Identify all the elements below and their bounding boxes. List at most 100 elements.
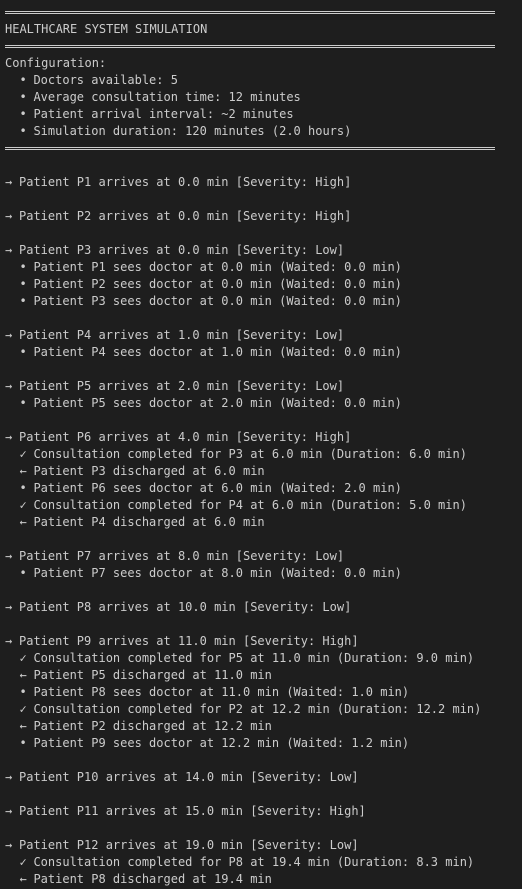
config-item: • Patient arrival interval: ~2 minutes [19, 107, 294, 121]
log-text: Patient P6 arrives at 4.0 min [Severity:… [19, 430, 352, 444]
doctor-visit-event: • Patient P6 sees doctor at 6.0 min (Wait… [0, 480, 522, 497]
arrow-right-icon: → [5, 328, 13, 342]
log-text: Patient P6 sees doctor at 6.0 min (Waite… [33, 481, 402, 495]
terminal-output[interactable]: HEALTHCARE SYSTEM SIMULATION Configurati… [0, 0, 522, 889]
arrow-right-icon: → [5, 838, 13, 852]
checkmark-icon: ✓ [19, 651, 27, 665]
doctor-visit-event: • Patient P9 sees doctor at 12.2 min (Wai… [0, 735, 522, 752]
arrow-right-icon: → [5, 549, 13, 563]
doctor-visit-event: • Patient P4 sees doctor at 1.0 min (Wait… [0, 344, 522, 361]
arrival-event: → Patient P9 arrives at 11.0 min [Severit… [0, 633, 522, 650]
arrow-right-icon: → [5, 243, 13, 257]
bullet-icon: • [19, 481, 27, 495]
log-text: Patient P1 arrives at 0.0 min [Severity:… [19, 175, 352, 189]
log-text: Patient P1 sees doctor at 0.0 min (Waite… [33, 260, 402, 274]
arrival-event: → Patient P10 arrives at 14.0 min [Severi… [0, 769, 522, 786]
log-text: Patient P8 discharged at 19.4 min [33, 872, 272, 886]
doctor-visit-event: • Patient P3 sees doctor at 0.0 min (Wait… [0, 293, 522, 310]
config-item: • Simulation duration: 120 minutes (2.0 h… [19, 124, 352, 138]
bullet-icon: • [19, 294, 27, 308]
arrow-right-icon: → [5, 600, 13, 614]
arrow-right-icon: → [5, 379, 13, 393]
arrow-right-icon: → [5, 209, 13, 223]
arrow-left-icon: ← [19, 668, 27, 682]
arrow-left-icon: ← [19, 464, 27, 478]
bullet-icon: • [19, 73, 27, 87]
bullet-icon: • [19, 260, 27, 274]
bullet-icon: • [19, 107, 27, 121]
bullet-icon: • [19, 277, 27, 291]
consultation-complete-event: ✓ Consultation completed for P5 at 11.0 m… [0, 650, 522, 667]
arrival-event: → Patient P11 arrives at 15.0 min [Severi… [0, 803, 522, 820]
bullet-icon: • [19, 124, 27, 138]
discharge-event: ← Patient P5 discharged at 11.0 min [0, 667, 522, 684]
log-text: Patient P8 arrives at 10.0 min [Severity… [19, 600, 352, 614]
arrival-event: → Patient P1 arrives at 0.0 min [Severity… [0, 174, 522, 191]
consultation-complete-event: ✓ Consultation completed for P8 at 19.4 m… [0, 854, 522, 871]
arrow-right-icon: → [5, 770, 13, 784]
bullet-icon: • [19, 396, 27, 410]
config-heading: Configuration: [5, 56, 107, 70]
arrow-left-icon: ← [19, 872, 27, 886]
log-text: Patient P3 arrives at 0.0 min [Severity:… [19, 243, 345, 257]
bullet-icon: • [19, 685, 27, 699]
doctor-visit-event: • Patient P8 sees doctor at 11.0 min (Wai… [0, 684, 522, 701]
checkmark-icon: ✓ [19, 702, 27, 716]
log-text: Patient P3 discharged at 6.0 min [33, 464, 265, 478]
arrival-event: → Patient P5 arrives at 2.0 min [Severity… [0, 378, 522, 395]
arrow-left-icon: ← [19, 719, 27, 733]
bullet-icon: • [19, 345, 27, 359]
checkmark-icon: ✓ [19, 855, 27, 869]
arrival-event: → Patient P6 arrives at 4.0 min [Severity… [0, 429, 522, 446]
doctor-visit-event: • Patient P7 sees doctor at 8.0 min (Wait… [0, 565, 522, 582]
log-text: Patient P4 arrives at 1.0 min [Severity:… [19, 328, 345, 342]
arrow-right-icon: → [5, 430, 13, 444]
bullet-icon: • [19, 736, 27, 750]
doctor-visit-event: • Patient P1 sees doctor at 0.0 min (Wait… [0, 259, 522, 276]
log-text: Patient P12 arrives at 19.0 min [Severit… [19, 838, 359, 852]
discharge-event: ← Patient P4 discharged at 6.0 min [0, 514, 522, 531]
bullet-icon: • [19, 90, 27, 104]
log-text: Patient P5 discharged at 11.0 min [33, 668, 272, 682]
checkmark-icon: ✓ [19, 498, 27, 512]
consultation-complete-event: ✓ Consultation completed for P4 at 6.0 mi… [0, 497, 522, 514]
log-text: Consultation completed for P2 at 12.2 mi… [33, 702, 482, 716]
separator-line [0, 38, 522, 55]
arrow-right-icon: → [5, 634, 13, 648]
log-text: Patient P9 sees doctor at 12.2 min (Wait… [33, 736, 410, 750]
simulation-title: HEALTHCARE SYSTEM SIMULATION [5, 22, 208, 36]
log-text: Patient P5 sees doctor at 2.0 min (Waite… [33, 396, 402, 410]
log-text: Consultation completed for P8 at 19.4 mi… [33, 855, 475, 869]
log-text: Patient P11 arrives at 15.0 min [Severit… [19, 804, 366, 818]
config-item: • Doctors available: 5 [19, 73, 178, 87]
discharge-event: ← Patient P3 discharged at 6.0 min [0, 463, 522, 480]
doctor-visit-event: • Patient P2 sees doctor at 0.0 min (Wait… [0, 276, 522, 293]
log-text: Patient P8 sees doctor at 11.0 min (Wait… [33, 685, 410, 699]
arrival-event: → Patient P8 arrives at 10.0 min [Severit… [0, 599, 522, 616]
log-text: Patient P2 arrives at 0.0 min [Severity:… [19, 209, 352, 223]
log-text: Patient P4 sees doctor at 1.0 min (Waite… [33, 345, 402, 359]
log-text: Patient P7 sees doctor at 8.0 min (Waite… [33, 566, 402, 580]
arrow-right-icon: → [5, 804, 13, 818]
event-log: → Patient P1 arrives at 0.0 min [Severity… [0, 157, 522, 888]
log-text: Patient P2 sees doctor at 0.0 min (Waite… [33, 277, 402, 291]
log-text: Patient P9 arrives at 11.0 min [Severity… [19, 634, 359, 648]
arrival-event: → Patient P4 arrives at 1.0 min [Severity… [0, 327, 522, 344]
separator-line [0, 4, 522, 21]
bullet-icon: • [19, 566, 27, 580]
doctor-visit-event: • Patient P5 sees doctor at 2.0 min (Wait… [0, 395, 522, 412]
log-text: Patient P7 arrives at 8.0 min [Severity:… [19, 549, 345, 563]
log-text: Consultation completed for P4 at 6.0 min… [33, 498, 467, 512]
arrival-event: → Patient P3 arrives at 0.0 min [Severity… [0, 242, 522, 259]
arrow-left-icon: ← [19, 515, 27, 529]
log-text: Consultation completed for P5 at 11.0 mi… [33, 651, 475, 665]
